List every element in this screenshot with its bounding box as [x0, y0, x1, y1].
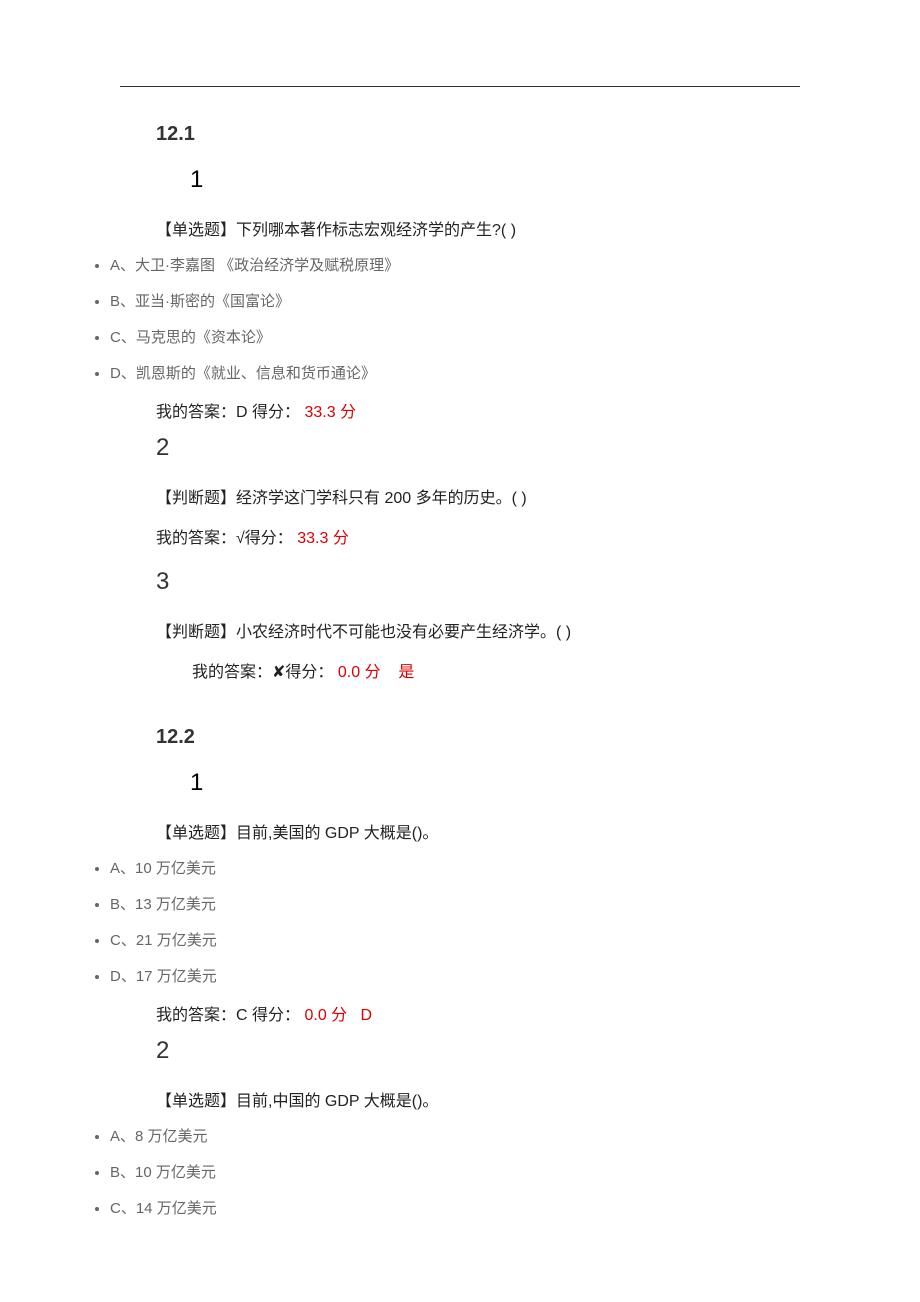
option-letter: B、 — [110, 293, 135, 310]
question-text: 【单选题】目前,中国的 GDP 大概是()。 — [156, 1087, 800, 1111]
answer-prefix: 我的答案： — [156, 404, 236, 421]
score-label: 得分： — [248, 404, 300, 421]
option-item: A、8 万亿美元 — [110, 1125, 800, 1146]
option-text: 马克思的《资本论》 — [136, 329, 271, 346]
answer-value: ✘ — [272, 664, 285, 681]
option-text: 13 万亿美元 — [135, 896, 216, 913]
question-body: 目前,美国的 GDP 大概是()。 — [236, 825, 438, 842]
option-text: 17 万亿美元 — [136, 968, 217, 985]
question-type-tag: 【判断题】 — [156, 490, 236, 507]
option-item: B、亚当·斯密的《国富论》 — [110, 290, 800, 311]
option-item: C、马克思的《资本论》 — [110, 326, 800, 347]
score-label: 得分： — [248, 1007, 300, 1024]
option-letter: C、 — [110, 932, 136, 949]
option-text: 21 万亿美元 — [136, 932, 217, 949]
question-type-tag: 【单选题】 — [156, 222, 236, 239]
section-heading: 12.2 — [156, 726, 800, 749]
option-letter: C、 — [110, 1200, 136, 1217]
question-text: 【判断题】小农经济时代不可能也没有必要产生经济学。( ) — [156, 618, 800, 642]
question-type-tag: 【单选题】 — [156, 825, 236, 842]
option-letter: A、 — [110, 257, 135, 274]
option-text: 凯恩斯的《就业、信息和货币通论》 — [136, 365, 376, 382]
option-letter: B、 — [110, 896, 135, 913]
score-value: 0.0 分 — [300, 1007, 347, 1024]
answer-prefix: 我的答案： — [156, 1007, 236, 1024]
question-type-tag: 【单选题】 — [156, 1093, 236, 1110]
score-label: 得分： — [285, 664, 333, 681]
score-value: 33.3 分 — [293, 530, 349, 547]
correct-answer-note: D — [361, 1007, 373, 1024]
option-item: D、17 万亿美元 — [110, 965, 800, 986]
answer-line: 我的答案：C 得分： 0.0 分 D — [156, 1001, 800, 1025]
question-text: 【单选题】下列哪本著作标志宏观经济学的产生?( ) — [156, 216, 800, 240]
answer-line: 我的答案：√得分： 33.3 分 — [156, 524, 800, 548]
option-text: 10 万亿美元 — [135, 1164, 216, 1181]
answer-line: 我的答案：✘得分： 0.0 分 是 — [192, 658, 800, 682]
answer-value: D — [236, 404, 248, 421]
answer-value: C — [236, 1007, 248, 1024]
question-body: 目前,中国的 GDP 大概是()。 — [236, 1093, 438, 1110]
question-type-tag: 【判断题】 — [156, 624, 236, 641]
option-item: B、13 万亿美元 — [110, 893, 800, 914]
options-list: A、大卫·李嘉图 《政治经济学及赋税原理》 B、亚当·斯密的《国富论》 C、马克… — [120, 254, 800, 383]
answer-prefix: 我的答案： — [192, 664, 272, 681]
option-text: 8 万亿美元 — [135, 1128, 208, 1145]
question-body: 经济学这门学科只有 200 多年的历史。( ) — [236, 490, 527, 507]
question-number: 2 — [156, 434, 800, 462]
answer-prefix: 我的答案： — [156, 530, 236, 547]
option-letter: D、 — [110, 968, 136, 985]
answer-line: 我的答案：D 得分： 33.3 分 — [156, 398, 800, 422]
question-number: 3 — [156, 568, 800, 596]
section-heading: 12.1 — [156, 123, 800, 146]
score-value: 33.3 分 — [300, 404, 356, 421]
score-label: 得分： — [245, 530, 293, 547]
option-item: A、10 万亿美元 — [110, 857, 800, 878]
options-list: A、8 万亿美元 B、10 万亿美元 C、14 万亿美元 — [120, 1125, 800, 1218]
question-text: 【单选题】目前,美国的 GDP 大概是()。 — [156, 819, 800, 843]
option-item: B、10 万亿美元 — [110, 1161, 800, 1182]
option-item: A、大卫·李嘉图 《政治经济学及赋税原理》 — [110, 254, 800, 275]
document-page: 12.1 1 【单选题】下列哪本著作标志宏观经济学的产生?( ) A、大卫·李嘉… — [0, 0, 920, 1273]
option-item: C、14 万亿美元 — [110, 1197, 800, 1218]
option-letter: D、 — [110, 365, 136, 382]
option-letter: C、 — [110, 329, 136, 346]
option-item: C、21 万亿美元 — [110, 929, 800, 950]
page-rule — [120, 86, 800, 87]
option-text: 14 万亿美元 — [136, 1200, 217, 1217]
question-body: 小农经济时代不可能也没有必要产生经济学。( ) — [236, 624, 571, 641]
question-text: 【判断题】经济学这门学科只有 200 多年的历史。( ) — [156, 484, 800, 508]
answer-value: √ — [236, 530, 245, 547]
option-letter: A、 — [110, 1128, 135, 1145]
option-item: D、凯恩斯的《就业、信息和货币通论》 — [110, 362, 800, 383]
correct-answer-note: 是 — [398, 664, 414, 681]
option-text: 亚当·斯密的《国富论》 — [135, 293, 290, 310]
option-letter: B、 — [110, 1164, 135, 1181]
score-value: 0.0 分 — [333, 664, 380, 681]
question-body: 下列哪本著作标志宏观经济学的产生?( ) — [236, 222, 516, 239]
options-list: A、10 万亿美元 B、13 万亿美元 C、21 万亿美元 D、17 万亿美元 — [120, 857, 800, 986]
option-text: 大卫·李嘉图 《政治经济学及赋税原理》 — [135, 257, 399, 274]
question-number: 2 — [156, 1037, 800, 1065]
option-letter: A、 — [110, 860, 135, 877]
option-text: 10 万亿美元 — [135, 860, 216, 877]
question-number: 1 — [190, 166, 800, 194]
question-number: 1 — [190, 769, 800, 797]
